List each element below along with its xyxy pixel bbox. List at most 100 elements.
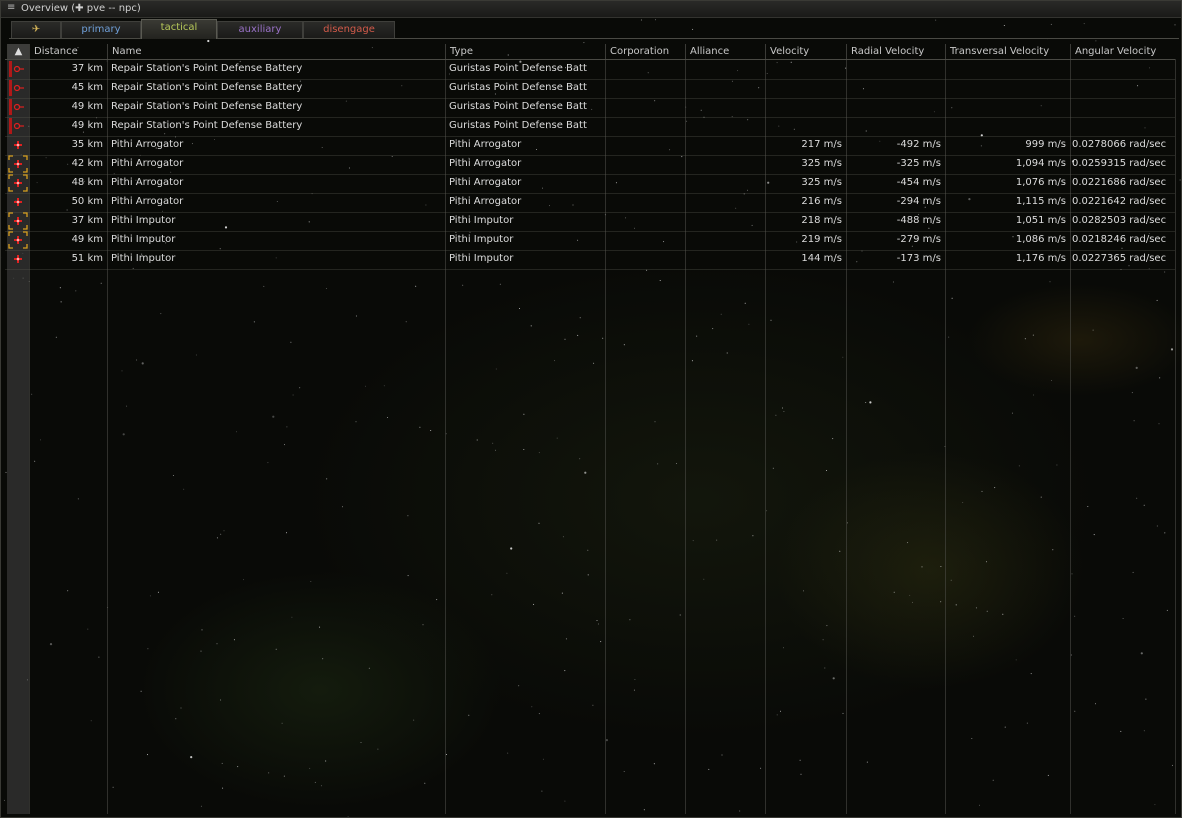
structure-hostile-icon	[7, 60, 29, 78]
cell-alliance	[689, 231, 765, 249]
cell-radial-velocity: -294 m/s	[896, 196, 941, 207]
cell-velocity: 219 m/s	[801, 234, 842, 245]
cell-type: Pithi Imputor	[449, 234, 514, 245]
frigate-hostile-icon	[7, 212, 29, 230]
frigate-hostile-icon	[7, 193, 29, 211]
cell-alliance	[689, 174, 765, 192]
frigate-hostile-icon	[7, 174, 29, 192]
table-row[interactable]: 50 km Pithi Arrogator Pithi Arrogator 216 m…	[5, 193, 1175, 213]
overview-tabs: ✈ primary tactical auxiliary disengage	[9, 19, 1179, 39]
cell-type: Pithi Imputor	[449, 253, 514, 264]
table-row[interactable]: 51 km Pithi Imputor Pithi Imputor 144 m/s -1…	[5, 250, 1175, 270]
cell-corporation	[609, 79, 685, 97]
cell-transversal-velocity: 1,076 m/s	[1015, 177, 1066, 188]
cell-radial-velocity: -173 m/s	[896, 253, 941, 264]
cell-angular-velocity: 0.0227365 rad/sec	[1072, 253, 1167, 264]
cell-angular-velocity: 0.0278066 rad/sec	[1072, 139, 1167, 150]
overview-window: ≡ Overview (✚ pve -- npc) ✈ primary tact…	[0, 0, 1182, 818]
cell-velocity: 325 m/s	[801, 158, 842, 169]
cell-name: Pithi Arrogator	[111, 139, 184, 150]
cell-name: Repair Station's Point Defense Battery	[111, 101, 303, 112]
column-header-alliance[interactable]: Alliance	[685, 44, 765, 59]
table-row[interactable]: 49 km Repair Station's Point Defense Batt…	[5, 117, 1175, 137]
cell-angular-velocity: 0.0221686 rad/sec	[1072, 177, 1167, 188]
cell-corporation	[609, 98, 685, 116]
cell-alliance	[689, 250, 765, 268]
column-header-radial-velocity[interactable]: Radial Velocity	[846, 44, 945, 59]
cell-distance: 50 km	[71, 196, 103, 207]
column-header-corporation[interactable]: Corporation	[605, 44, 685, 59]
tab-tactical[interactable]: tactical	[141, 19, 217, 39]
cell-alliance	[689, 117, 765, 135]
cell-name: Repair Station's Point Defense Battery	[111, 120, 303, 131]
cell-velocity	[765, 60, 842, 78]
sort-arrow-icon[interactable]: ▲	[7, 44, 29, 59]
column-header-angular-velocity[interactable]: Angular Velocity	[1070, 44, 1175, 59]
cell-angular-velocity: 0.0259315 rad/sec	[1072, 158, 1167, 169]
tab-label: ✈	[31, 24, 41, 35]
cell-name: Pithi Imputor	[111, 234, 176, 245]
column-header-type[interactable]: Type	[445, 44, 605, 59]
cell-radial-velocity: -492 m/s	[896, 139, 941, 150]
cell-distance: 42 km	[71, 158, 103, 169]
cell-transversal-velocity	[945, 60, 1066, 78]
frigate-hostile-icon	[7, 250, 29, 268]
table-row[interactable]: 37 km Pithi Imputor Pithi Imputor 218 m/s -4…	[5, 212, 1175, 232]
tab-auxiliary[interactable]: auxiliary	[217, 21, 303, 38]
cell-transversal-velocity	[945, 98, 1066, 116]
tab-disengage[interactable]: disengage	[303, 21, 395, 38]
cell-radial-velocity	[846, 117, 941, 135]
cell-transversal-velocity: 1,176 m/s	[1015, 253, 1066, 264]
table-row[interactable]: 42 km Pithi Arrogator Pithi Arrogator 325 m…	[5, 155, 1175, 175]
structure-hostile-icon	[7, 79, 29, 97]
cell-alliance	[689, 60, 765, 78]
cell-alliance	[689, 193, 765, 211]
column-header-distance[interactable]: Distance	[29, 44, 107, 59]
table-row[interactable]: 48 km Pithi Arrogator Pithi Arrogator 325 m…	[5, 174, 1175, 194]
cell-alliance	[689, 155, 765, 173]
cell-radial-velocity	[846, 98, 941, 116]
structure-hostile-icon	[7, 98, 29, 116]
cell-radial-velocity: -325 m/s	[896, 158, 941, 169]
cell-type: Guristas Point Defense Batt	[449, 63, 587, 74]
frigate-hostile-icon	[7, 136, 29, 154]
window-title: Overview (✚ pve -- npc)	[21, 3, 141, 14]
hamburger-menu-icon[interactable]: ≡	[7, 3, 16, 13]
tab-label: tactical	[160, 22, 198, 33]
cell-alliance	[689, 79, 765, 97]
cell-type: Guristas Point Defense Batt	[449, 120, 587, 131]
table-row[interactable]: 49 km Repair Station's Point Defense Batt…	[5, 98, 1175, 118]
cell-corporation	[609, 60, 685, 78]
table-row[interactable]: 45 km Repair Station's Point Defense Batt…	[5, 79, 1175, 99]
table-row[interactable]: 37 km Repair Station's Point Defense Batt…	[5, 60, 1175, 80]
cell-transversal-velocity: 1,051 m/s	[1015, 215, 1066, 226]
cell-angular-velocity: 0.0218246 rad/sec	[1072, 234, 1167, 245]
title-bar[interactable]: ≡ Overview (✚ pve -- npc)	[1, 1, 1181, 18]
table-row[interactable]: 35 km Pithi Arrogator Pithi Arrogator 217 m…	[5, 136, 1175, 156]
cell-angular-velocity	[1072, 60, 1174, 78]
frigate-hostile-icon	[7, 155, 29, 173]
cell-corporation	[609, 212, 685, 230]
cell-radial-velocity	[846, 60, 941, 78]
tab-ship[interactable]: ✈	[11, 21, 61, 38]
cell-name: Pithi Arrogator	[111, 177, 184, 188]
cell-transversal-velocity: 999 m/s	[1025, 139, 1066, 150]
cell-transversal-velocity: 1,086 m/s	[1015, 234, 1066, 245]
column-divider	[1175, 59, 1176, 814]
tab-primary[interactable]: primary	[61, 21, 141, 38]
cell-name: Pithi Arrogator	[111, 158, 184, 169]
column-header-name[interactable]: Name	[107, 44, 445, 59]
column-header-velocity[interactable]: Velocity	[765, 44, 846, 59]
cell-name: Pithi Imputor	[111, 253, 176, 264]
cell-distance: 49 km	[71, 120, 103, 131]
cell-velocity	[765, 117, 842, 135]
table-row[interactable]: 49 km Pithi Imputor Pithi Imputor 219 m/s -2…	[5, 231, 1175, 251]
table-header: ▲ Distance Name Type Corporation Allianc…	[5, 44, 1175, 60]
cell-type: Pithi Imputor	[449, 215, 514, 226]
cell-corporation	[609, 250, 685, 268]
cell-transversal-velocity	[945, 79, 1066, 97]
cell-corporation	[609, 174, 685, 192]
cell-type: Guristas Point Defense Batt	[449, 82, 587, 93]
frigate-hostile-icon	[7, 231, 29, 249]
column-header-transversal-velocity[interactable]: Transversal Velocity	[945, 44, 1070, 59]
